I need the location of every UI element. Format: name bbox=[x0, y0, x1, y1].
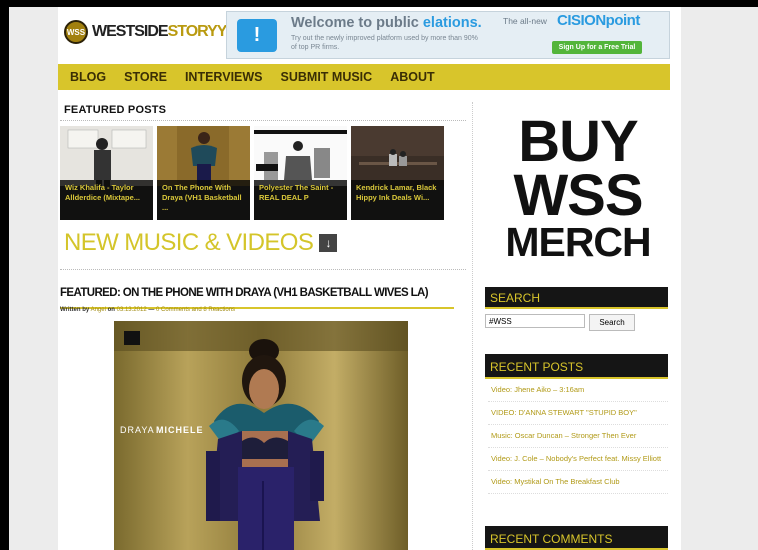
featured-post-caption: Kendrick Lamar, Black Hippy Ink Deals Wi… bbox=[351, 180, 444, 220]
cover-text-last: MICHELE bbox=[156, 425, 204, 435]
logo-word-storyy: STORYY bbox=[167, 23, 228, 40]
speech-bubble-icon: ! bbox=[237, 19, 277, 52]
meta-written-by: Written by bbox=[60, 307, 90, 313]
buy-merch-banner[interactable]: BUY WSS MERCH bbox=[498, 109, 658, 265]
featured-post-caption: On The Phone With Draya (VH1 Basketball … bbox=[157, 180, 250, 220]
post-date: 03.13.2012 bbox=[116, 307, 147, 313]
recent-post-link[interactable]: Video: Mystikal On The Breakfast Club bbox=[488, 475, 668, 494]
ad-title-highlight: elations. bbox=[422, 15, 482, 31]
wiz-khalifa-image bbox=[60, 126, 153, 186]
post-comments-link[interactable]: 0 Comments and 8 Reactions bbox=[156, 307, 235, 313]
featured-post-caption: Wiz Khalifa - Taylor Allderdice (Mixtape… bbox=[60, 180, 153, 220]
featured-post-caption: Polyester The Saint - REAL DEAL P bbox=[254, 180, 347, 220]
recent-post-link[interactable]: Video: Jhene Aiko – 3:16am bbox=[488, 383, 668, 402]
logo-wordmark: WESTSIDESTORYY bbox=[92, 23, 228, 41]
merch-line-merch: MERCH bbox=[505, 218, 651, 265]
search-input[interactable] bbox=[485, 314, 585, 328]
meta-on: on bbox=[107, 307, 115, 313]
cover-text-first: DRAYA bbox=[120, 425, 155, 435]
banner-ad[interactable]: ! Welcome to public elations. Try out th… bbox=[226, 11, 670, 59]
main-nav: BLOG STORE INTERVIEWS SUBMIT MUSIC ABOUT bbox=[58, 64, 670, 90]
post-author-link[interactable]: Angel bbox=[91, 307, 106, 313]
featured-post-thumb[interactable]: Wiz Khalifa - Taylor Allderdice (Mixtape… bbox=[60, 126, 153, 220]
draya-photo: DRAYA MICHELE bbox=[114, 321, 408, 550]
featured-post-thumb[interactable]: On The Phone With Draya (VH1 Basketball … bbox=[157, 126, 250, 220]
recent-posts-heading: RECENT POSTS bbox=[485, 354, 668, 379]
merch-line-buy: BUY bbox=[518, 109, 638, 174]
logo-word-westside: WESTSIDE bbox=[92, 23, 169, 40]
ad-subtitle: Try out the newly improved platform used… bbox=[291, 35, 478, 51]
divider bbox=[60, 120, 466, 121]
search-button[interactable]: Search bbox=[589, 314, 635, 331]
recent-posts-list: Video: Jhene Aiko – 3:16am VIDEO: D'ANNA… bbox=[488, 383, 668, 498]
new-music-videos-heading[interactable]: NEW MUSIC & VIDEOS ↓ bbox=[64, 229, 338, 257]
ad-all-new-label: The all-new bbox=[503, 16, 547, 26]
recent-post-link[interactable]: Video: J. Cole – Nobody's Perfect feat. … bbox=[488, 452, 668, 471]
ad-brand: CISIONpoint bbox=[557, 12, 640, 29]
ad-title-text: Welcome to public bbox=[291, 15, 423, 31]
search-widget-heading: SEARCH bbox=[485, 287, 668, 309]
polyester-image bbox=[254, 126, 347, 186]
featured-posts-heading: FEATURED POSTS bbox=[64, 104, 167, 116]
ad-signup-button[interactable]: Sign Up for a Free Trial bbox=[552, 41, 642, 54]
recent-post-link[interactable]: Music: Oscar Duncan – Stronger Then Ever bbox=[488, 429, 668, 448]
arrow-down-icon: ↓ bbox=[319, 234, 338, 252]
kendrick-lamar-image bbox=[351, 126, 444, 186]
logo-emblem: WSS bbox=[64, 20, 88, 44]
nav-blog[interactable]: BLOG bbox=[70, 70, 106, 84]
meta-separator: — bbox=[148, 307, 155, 313]
merch-line-wss: WSS bbox=[513, 162, 643, 228]
divider bbox=[60, 269, 466, 270]
site-logo[interactable]: WSS WESTSIDESTORYY bbox=[64, 14, 228, 50]
nav-interviews[interactable]: INTERVIEWS bbox=[185, 70, 263, 84]
new-music-label: NEW MUSIC & VIDEOS bbox=[64, 229, 314, 256]
featured-post-thumb[interactable]: Polyester The Saint - REAL DEAL P bbox=[254, 126, 347, 220]
nav-submit-music[interactable]: SUBMIT MUSIC bbox=[281, 70, 373, 84]
recent-comments-heading: RECENT COMMENTS bbox=[485, 526, 668, 550]
post-title[interactable]: FEATURED: ON THE PHONE WITH DRAYA (VH1 B… bbox=[60, 287, 454, 309]
featured-post-thumb[interactable]: Kendrick Lamar, Black Hippy Ink Deals Wi… bbox=[351, 126, 444, 220]
ad-brand-text: CISIONpoint bbox=[557, 12, 640, 29]
post-meta: Written by Angel on 03.13.2012 — 0 Comme… bbox=[60, 307, 235, 313]
nav-about[interactable]: ABOUT bbox=[390, 70, 434, 84]
recent-post-link[interactable]: VIDEO: D'ANNA STEWART "STUPID BOY" bbox=[488, 406, 668, 425]
post-featured-image[interactable]: DRAYA MICHELE bbox=[114, 321, 408, 550]
draya-thumb-image bbox=[157, 126, 250, 186]
browser-page: WSS WESTSIDESTORYY ! Welcome to public e… bbox=[9, 7, 758, 550]
column-divider bbox=[472, 102, 473, 550]
site-content: WSS WESTSIDESTORYY ! Welcome to public e… bbox=[58, 7, 681, 550]
ad-title: Welcome to public elations. bbox=[291, 15, 482, 31]
nav-store[interactable]: STORE bbox=[124, 70, 167, 84]
